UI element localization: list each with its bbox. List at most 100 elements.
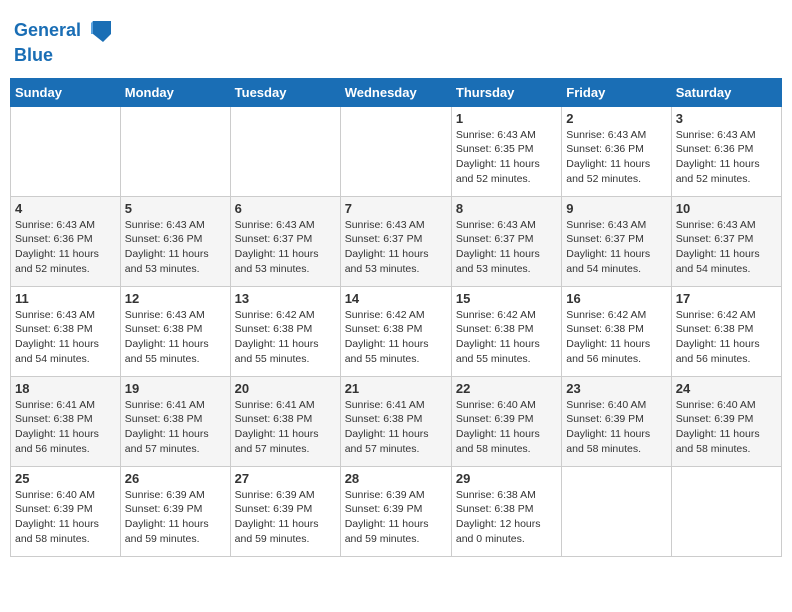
day-info: Sunrise: 6:40 AM Sunset: 6:39 PM Dayligh… (456, 398, 557, 457)
calendar-week-1: 4 Sunrise: 6:43 AM Sunset: 6:36 PM Daylig… (11, 196, 782, 286)
logo-text: General (14, 21, 81, 41)
day-number: 24 (676, 381, 777, 396)
weekday-header-monday: Monday (120, 78, 230, 106)
day-number: 4 (15, 201, 116, 216)
calendar-cell: 13Sunrise: 6:42 AM Sunset: 6:38 PM Dayli… (230, 286, 340, 376)
day-number: 2 (566, 111, 666, 126)
day-info: Sunrise: 6:39 AM Sunset: 6:39 PM Dayligh… (125, 488, 226, 547)
day-info: Sunrise: 6:40 AM Sunset: 6:39 PM Dayligh… (676, 398, 777, 457)
day-number: 27 (235, 471, 336, 486)
day-number: 16 (566, 291, 666, 306)
day-number: 7 (345, 201, 447, 216)
day-number: 11 (15, 291, 116, 306)
day-info: Sunrise: 6:43 AM Sunset: 6:36 PM Dayligh… (676, 128, 777, 187)
calendar-week-4: 25 Sunrise: 6:40 AM Sunset: 6:39 PM Dayli… (11, 466, 782, 556)
day-info: Sunrise: 6:43 AM Sunset: 6:38 PM Dayligh… (125, 308, 226, 367)
day-info: Sunrise: 6:41 AM Sunset: 6:38 PM Dayligh… (235, 398, 336, 457)
weekday-header-thursday: Thursday (451, 78, 561, 106)
calendar-cell: 1 Sunrise: 6:43 AM Sunset: 6:35 PM Daylig… (451, 106, 561, 196)
day-info: Sunrise: 6:43 AM Sunset: 6:37 PM Dayligh… (456, 218, 557, 277)
calendar-cell: 26 Sunrise: 6:39 AM Sunset: 6:39 PM Dayli… (120, 466, 230, 556)
calendar-body: 1 Sunrise: 6:43 AM Sunset: 6:35 PM Daylig… (11, 106, 782, 556)
day-number: 26 (125, 471, 226, 486)
calendar-cell: 24 Sunrise: 6:40 AM Sunset: 6:39 PM Dayli… (671, 376, 781, 466)
calendar-cell: 4 Sunrise: 6:43 AM Sunset: 6:36 PM Daylig… (11, 196, 121, 286)
day-info: Sunrise: 6:42 AM Sunset: 6:38 PM Dayligh… (676, 308, 777, 367)
logo-blue: Blue (14, 46, 113, 66)
calendar-cell: 6 Sunrise: 6:43 AM Sunset: 6:37 PM Daylig… (230, 196, 340, 286)
calendar-cell: 18Sunrise: 6:41 AM Sunset: 6:38 PM Dayli… (11, 376, 121, 466)
day-info: Sunrise: 6:42 AM Sunset: 6:38 PM Dayligh… (566, 308, 666, 367)
day-info: Sunrise: 6:41 AM Sunset: 6:38 PM Dayligh… (345, 398, 447, 457)
day-number: 28 (345, 471, 447, 486)
day-number: 25 (15, 471, 116, 486)
day-number: 17 (676, 291, 777, 306)
day-info: Sunrise: 6:43 AM Sunset: 6:36 PM Dayligh… (15, 218, 116, 277)
day-number: 22 (456, 381, 557, 396)
calendar-cell: 23Sunrise: 6:40 AM Sunset: 6:39 PM Dayli… (562, 376, 671, 466)
day-number: 14 (345, 291, 447, 306)
day-number: 19 (125, 381, 226, 396)
calendar-cell: 8 Sunrise: 6:43 AM Sunset: 6:37 PM Daylig… (451, 196, 561, 286)
weekday-header-sunday: Sunday (11, 78, 121, 106)
logo: General Blue (14, 16, 113, 66)
calendar-cell: 9 Sunrise: 6:43 AM Sunset: 6:37 PM Daylig… (562, 196, 671, 286)
calendar-cell: 17 Sunrise: 6:42 AM Sunset: 6:38 PM Dayli… (671, 286, 781, 376)
calendar-cell (120, 106, 230, 196)
day-info: Sunrise: 6:42 AM Sunset: 6:38 PM Dayligh… (345, 308, 447, 367)
day-number: 8 (456, 201, 557, 216)
day-info: Sunrise: 6:43 AM Sunset: 6:37 PM Dayligh… (235, 218, 336, 277)
day-info: Sunrise: 6:39 AM Sunset: 6:39 PM Dayligh… (345, 488, 447, 547)
calendar-cell: 5Sunrise: 6:43 AM Sunset: 6:36 PM Daylig… (120, 196, 230, 286)
calendar-cell: 19Sunrise: 6:41 AM Sunset: 6:38 PM Dayli… (120, 376, 230, 466)
calendar-cell: 22 Sunrise: 6:40 AM Sunset: 6:39 PM Dayli… (451, 376, 561, 466)
calendar-week-3: 18Sunrise: 6:41 AM Sunset: 6:38 PM Dayli… (11, 376, 782, 466)
day-info: Sunrise: 6:43 AM Sunset: 6:36 PM Dayligh… (566, 128, 666, 187)
day-number: 9 (566, 201, 666, 216)
day-info: Sunrise: 6:39 AM Sunset: 6:39 PM Dayligh… (235, 488, 336, 547)
calendar-week-2: 11 Sunrise: 6:43 AM Sunset: 6:38 PM Dayli… (11, 286, 782, 376)
day-number: 12 (125, 291, 226, 306)
calendar-week-0: 1 Sunrise: 6:43 AM Sunset: 6:35 PM Daylig… (11, 106, 782, 196)
calendar-cell (340, 106, 451, 196)
calendar-cell: 15 Sunrise: 6:42 AM Sunset: 6:38 PM Dayli… (451, 286, 561, 376)
day-info: Sunrise: 6:43 AM Sunset: 6:38 PM Dayligh… (15, 308, 116, 367)
calendar-cell (11, 106, 121, 196)
day-number: 6 (235, 201, 336, 216)
calendar-cell: 14 Sunrise: 6:42 AM Sunset: 6:38 PM Dayli… (340, 286, 451, 376)
day-number: 5 (125, 201, 226, 216)
weekday-header-friday: Friday (562, 78, 671, 106)
page-header: General Blue (10, 10, 782, 72)
calendar-cell (562, 466, 671, 556)
day-info: Sunrise: 6:43 AM Sunset: 6:35 PM Dayligh… (456, 128, 557, 187)
calendar-cell: 16 Sunrise: 6:42 AM Sunset: 6:38 PM Dayli… (562, 286, 671, 376)
day-info: Sunrise: 6:40 AM Sunset: 6:39 PM Dayligh… (566, 398, 666, 457)
day-number: 13 (235, 291, 336, 306)
day-number: 15 (456, 291, 557, 306)
calendar-cell: 25 Sunrise: 6:40 AM Sunset: 6:39 PM Dayli… (11, 466, 121, 556)
day-info: Sunrise: 6:42 AM Sunset: 6:38 PM Dayligh… (456, 308, 557, 367)
logo-icon (83, 16, 113, 46)
day-number: 21 (345, 381, 447, 396)
calendar-cell (230, 106, 340, 196)
calendar-cell: 7Sunrise: 6:43 AM Sunset: 6:37 PM Daylig… (340, 196, 451, 286)
calendar-table: SundayMondayTuesdayWednesdayThursdayFrid… (10, 78, 782, 557)
calendar-header-row: SundayMondayTuesdayWednesdayThursdayFrid… (11, 78, 782, 106)
day-number: 10 (676, 201, 777, 216)
day-info: Sunrise: 6:43 AM Sunset: 6:37 PM Dayligh… (566, 218, 666, 277)
calendar-cell: 12 Sunrise: 6:43 AM Sunset: 6:38 PM Dayli… (120, 286, 230, 376)
calendar-cell: 28 Sunrise: 6:39 AM Sunset: 6:39 PM Dayli… (340, 466, 451, 556)
day-info: Sunrise: 6:38 AM Sunset: 6:38 PM Dayligh… (456, 488, 557, 547)
day-number: 29 (456, 471, 557, 486)
day-number: 1 (456, 111, 557, 126)
weekday-header-wednesday: Wednesday (340, 78, 451, 106)
calendar-cell: 11 Sunrise: 6:43 AM Sunset: 6:38 PM Dayli… (11, 286, 121, 376)
day-info: Sunrise: 6:40 AM Sunset: 6:39 PM Dayligh… (15, 488, 116, 547)
day-number: 3 (676, 111, 777, 126)
calendar-cell: 20 Sunrise: 6:41 AM Sunset: 6:38 PM Dayli… (230, 376, 340, 466)
weekday-header-tuesday: Tuesday (230, 78, 340, 106)
calendar-cell: 27 Sunrise: 6:39 AM Sunset: 6:39 PM Dayli… (230, 466, 340, 556)
day-number: 20 (235, 381, 336, 396)
calendar-cell: 3 Sunrise: 6:43 AM Sunset: 6:36 PM Daylig… (671, 106, 781, 196)
day-info: Sunrise: 6:41 AM Sunset: 6:38 PM Dayligh… (15, 398, 116, 457)
